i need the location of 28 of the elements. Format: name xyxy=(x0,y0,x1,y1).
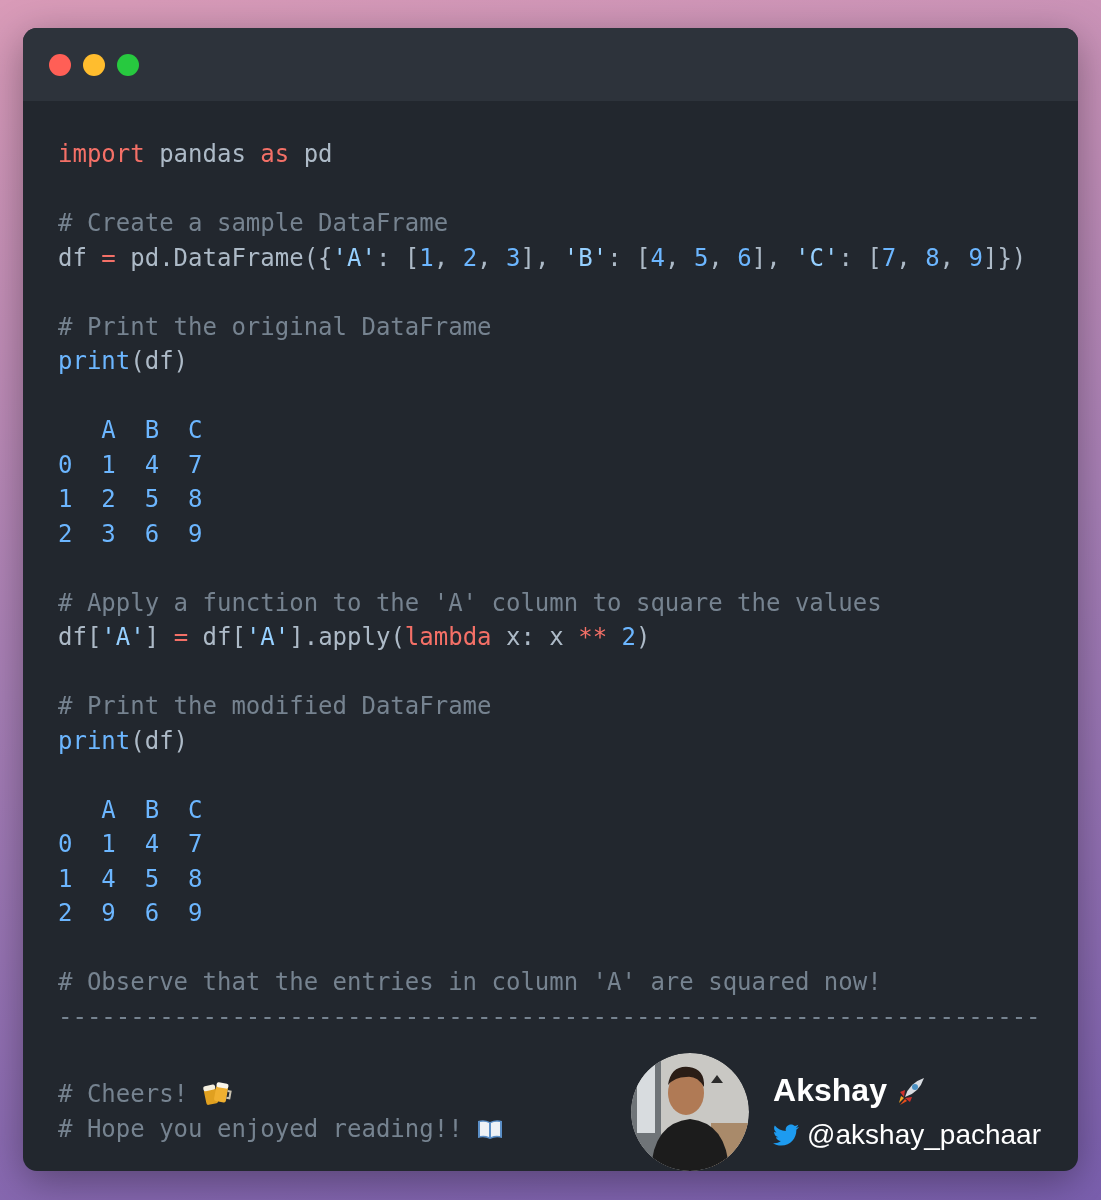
author-name: Akshay xyxy=(773,1072,887,1109)
code-line: import pandas as pd xyxy=(58,139,333,170)
code-line: A B C xyxy=(100,794,203,826)
code-line: print(df) xyxy=(58,725,189,757)
code-line: # Apply a function to the 'A' column to square the values xyxy=(58,587,882,619)
code-line: # Create a sample DataFrame xyxy=(58,208,449,239)
zoom-window-button[interactable] xyxy=(117,53,139,76)
code-line: 0 1 4 7 xyxy=(58,449,203,481)
code-line: # Hope you enjoyed reading!! xyxy=(58,1113,463,1145)
code-line: 0 1 4 7 xyxy=(58,829,203,860)
twitter-icon xyxy=(773,1122,800,1148)
minimize-window-button[interactable] xyxy=(83,53,105,76)
code-line: # Print the modified DataFrame xyxy=(58,691,492,722)
code-line: print(df) xyxy=(58,346,189,377)
code-line: # Print the original DataFrame xyxy=(58,311,492,343)
code-line: df['A'] = df['A'].apply(lambda x: x ** 2) xyxy=(58,622,651,653)
code-line: A B C xyxy=(100,415,203,446)
code-line: # Cheers! xyxy=(58,1079,189,1110)
close-window-button[interactable] xyxy=(49,53,71,76)
code-line: 2 9 6 9 xyxy=(58,898,203,929)
code-line: -------------------------------------------------------------------- xyxy=(58,1001,1041,1033)
open-book-icon xyxy=(476,1117,503,1140)
code-line: 2 3 6 9 xyxy=(58,518,203,550)
code-line: 1 4 5 8 xyxy=(58,863,203,895)
author-handle: @akshay_pachaar xyxy=(807,1119,1041,1151)
code-line: 1 2 5 8 xyxy=(58,484,203,515)
code-line: # Observe that the entries in column 'A' are squared now! xyxy=(58,967,882,998)
code-line: df = pd.DataFrame({'A': [1, 2, 3], 'B': [4, 5, 6], 'C': [7, 8, 9]}) xyxy=(58,242,1027,274)
